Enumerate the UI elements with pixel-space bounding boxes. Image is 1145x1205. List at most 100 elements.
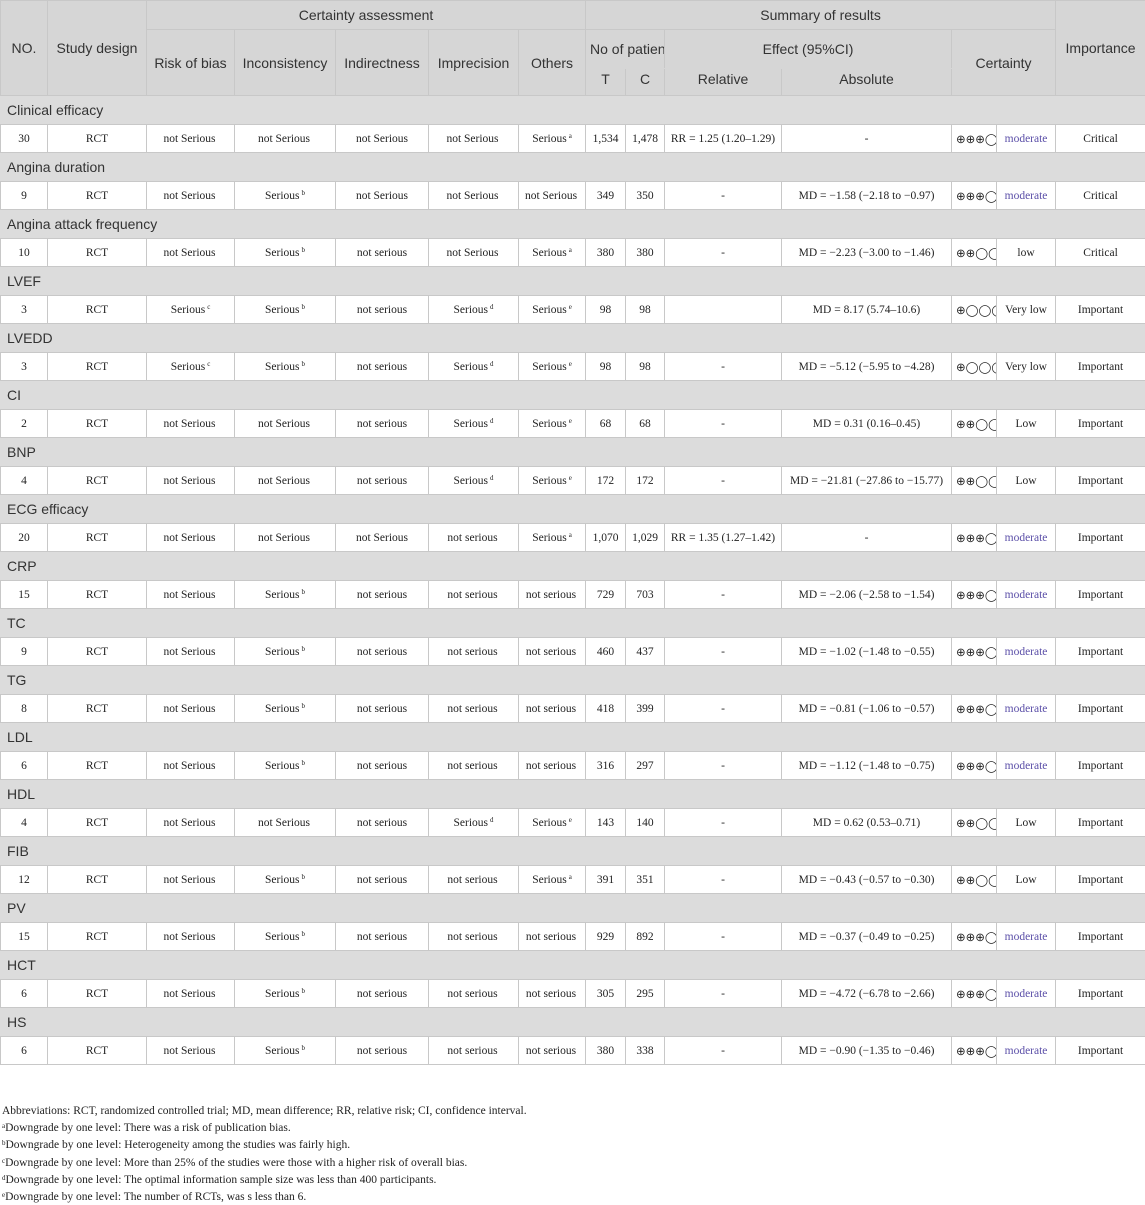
certainty-symbols-text: ⊕⊕⊕◯: [956, 932, 997, 944]
absolute-effect: MD = −2.23 (−3.00 to −1.46): [782, 239, 952, 267]
imprecision: Seriousd: [429, 410, 519, 438]
importance: Important: [1056, 467, 1145, 495]
footnote-marker: b: [302, 930, 306, 938]
footnote-item: cDowngrade by one level: More than 25% o…: [2, 1154, 527, 1171]
relative-effect: -: [665, 467, 782, 495]
certainty-level: low: [997, 239, 1056, 267]
header-effect: Effect (95%CI): [665, 30, 952, 69]
study-count: 30: [1, 125, 48, 153]
relative-effect-text: -: [721, 190, 725, 202]
footnote-marker: c: [207, 303, 210, 311]
certainty-level-text: moderate: [1005, 646, 1048, 658]
certainty-symbols: ⊕⊕⊕◯: [952, 1037, 997, 1065]
indirectness-text: not Serious: [356, 133, 408, 145]
imprecision: not serious: [429, 695, 519, 723]
relative-effect-text: -: [721, 247, 725, 259]
imprecision: not serious: [429, 752, 519, 780]
certainty-symbols-text: ⊕⊕⊕◯: [956, 1046, 997, 1058]
imprecision: not Serious: [429, 182, 519, 210]
risk-of-bias: not Serious: [147, 239, 235, 267]
inconsistency-text: Serious: [265, 1045, 300, 1057]
outcome-section-row: HCT: [1, 951, 1145, 980]
indirectness: not Serious: [336, 524, 429, 552]
patients-c-text: 1,029: [632, 532, 658, 544]
imprecision: not serious: [429, 581, 519, 609]
patients-c: 98: [626, 296, 665, 324]
indirectness: not serious: [336, 638, 429, 666]
certainty-level-text: Very low: [1005, 304, 1047, 316]
importance: Important: [1056, 866, 1145, 894]
study-count-text: 12: [18, 874, 30, 886]
header-others: Others: [519, 30, 586, 96]
certainty-level: moderate: [997, 125, 1056, 153]
study-design: RCT: [48, 980, 147, 1008]
study-count: 3: [1, 296, 48, 324]
header-t: T: [586, 69, 626, 96]
outcome-name: CRP: [1, 552, 1145, 581]
importance: Important: [1056, 923, 1145, 951]
importance-text: Important: [1078, 988, 1123, 1000]
inconsistency-text: not Serious: [258, 532, 310, 544]
patients-t: 1,534: [586, 125, 626, 153]
study-count: 15: [1, 923, 48, 951]
outcome-section-row: ECG efficacy: [1, 495, 1145, 524]
imprecision: not serious: [429, 866, 519, 894]
certainty-symbols-text: ⊕◯◯◯: [956, 362, 997, 374]
header-relative: Relative: [665, 69, 782, 96]
indirectness-text: not serious: [357, 760, 407, 772]
study-design-text: RCT: [86, 532, 108, 544]
table-row: 15RCTnot SeriousSeriousbnot seriousnot s…: [1, 581, 1145, 609]
study-count-text: 4: [21, 475, 27, 487]
study-design-text: RCT: [86, 817, 108, 829]
study-design: RCT: [48, 752, 147, 780]
inconsistency-text: Serious: [265, 646, 300, 658]
risk-of-bias: not Serious: [147, 524, 235, 552]
risk-of-bias-text: not Serious: [163, 247, 215, 259]
footnote-marker: b: [302, 873, 306, 881]
patients-c: 350: [626, 182, 665, 210]
patients-c-text: 98: [639, 361, 651, 373]
indirectness: not serious: [336, 1037, 429, 1065]
footnote-marker: b: [302, 189, 306, 197]
patients-c: 297: [626, 752, 665, 780]
certainty-level-text: Very low: [1005, 361, 1047, 373]
study-count-text: 8: [21, 703, 27, 715]
imprecision: Seriousd: [429, 296, 519, 324]
header-risk-of-bias: Risk of bias: [147, 30, 235, 96]
patients-c-text: 380: [636, 247, 653, 259]
importance-text: Critical: [1083, 247, 1118, 259]
patients-c: 338: [626, 1037, 665, 1065]
certainty-symbols: ⊕⊕⊕◯: [952, 638, 997, 666]
importance: Important: [1056, 524, 1145, 552]
imprecision-text: not Serious: [446, 133, 498, 145]
certainty-symbols-text: ⊕⊕◯◯: [956, 248, 997, 260]
patients-c: 380: [626, 239, 665, 267]
study-count: 9: [1, 182, 48, 210]
importance-text: Critical: [1083, 133, 1118, 145]
table-row: 3RCTSeriouscSeriousbnot seriousSeriousdS…: [1, 296, 1145, 324]
footnote-item: eDowngrade by one level: The number of R…: [2, 1188, 527, 1205]
certainty-level: moderate: [997, 581, 1056, 609]
indirectness: not Serious: [336, 125, 429, 153]
footnote-marker: b: [302, 645, 306, 653]
study-count: 4: [1, 467, 48, 495]
importance: Important: [1056, 1037, 1145, 1065]
relative-effect-text: -: [721, 475, 725, 487]
inconsistency: Seriousb: [235, 239, 336, 267]
certainty-level-text: moderate: [1005, 988, 1048, 1000]
indirectness: not serious: [336, 239, 429, 267]
abbreviations-note: Abbreviations: RCT, randomized controlle…: [2, 1104, 527, 1119]
others-text: Serious: [532, 247, 567, 259]
relative-effect-text: RR = 1.35 (1.27–1.42): [671, 532, 775, 544]
absolute-effect: MD = 0.31 (0.16–0.45): [782, 410, 952, 438]
study-design: RCT: [48, 524, 147, 552]
certainty-level: Low: [997, 809, 1056, 837]
certainty-symbols-text: ⊕⊕⊕◯: [956, 647, 997, 659]
absolute-effect-text: MD = −5.12 (−5.95 to −4.28): [799, 361, 935, 373]
risk-of-bias-text: not Serious: [163, 646, 215, 658]
indirectness: not serious: [336, 353, 429, 381]
risk-of-bias: not Serious: [147, 1037, 235, 1065]
importance-text: Important: [1078, 361, 1123, 373]
patients-t: 1,070: [586, 524, 626, 552]
relative-effect: -: [665, 809, 782, 837]
